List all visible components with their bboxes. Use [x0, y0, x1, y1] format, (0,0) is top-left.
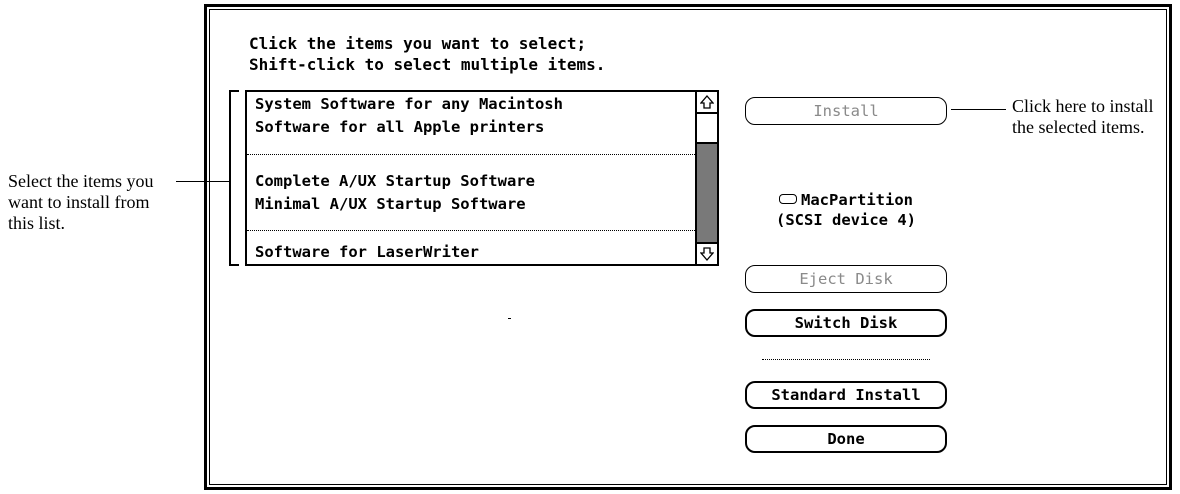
list-item[interactable]: Complete A/UX Startup Software — [255, 172, 535, 190]
scroll-track[interactable] — [697, 144, 717, 242]
list-item[interactable]: Software for LaserWriter — [255, 243, 479, 261]
list-divider — [247, 154, 697, 155]
callout-line: want to install from — [8, 192, 150, 212]
disk-label: MacPartition (SCSI device 4) — [745, 190, 947, 230]
stray-mark — [508, 318, 511, 319]
button-divider — [762, 359, 930, 360]
disk-icon — [779, 193, 797, 204]
list-divider — [247, 230, 697, 231]
eject-disk-button[interactable]: Eject Disk — [745, 265, 947, 293]
standard-install-button[interactable]: Standard Install — [745, 381, 947, 409]
scroll-thumb[interactable] — [697, 114, 717, 144]
instruction-line-1: Click the items you want to select; — [249, 34, 587, 53]
instruction-line-2: Shift-click to select multiple items. — [249, 55, 606, 74]
list-bracket — [229, 90, 239, 266]
list-scrollbar[interactable] — [695, 92, 717, 264]
list-item[interactable]: System Software for any Macintosh — [255, 95, 563, 113]
switch-disk-button[interactable]: Switch Disk — [745, 309, 947, 337]
disk-device: (SCSI device 4) — [776, 211, 916, 229]
list-item[interactable]: Software for all Apple printers — [255, 118, 544, 136]
disk-name-row: MacPartition — [745, 190, 947, 210]
down-arrow-icon[interactable] — [697, 242, 717, 264]
callout-line: this list. — [8, 213, 66, 233]
install-options-list[interactable]: System Software for any Macintosh Softwa… — [245, 90, 719, 266]
callout-line: Select the items you — [8, 171, 154, 191]
done-button[interactable]: Done — [745, 425, 947, 453]
callout-select-items: Select the items you want to install fro… — [8, 171, 153, 234]
list-item[interactable]: Minimal A/UX Startup Software — [255, 195, 526, 213]
install-button[interactable]: Install — [745, 97, 947, 125]
up-arrow-icon[interactable] — [697, 92, 717, 114]
disk-name: MacPartition — [801, 191, 913, 209]
